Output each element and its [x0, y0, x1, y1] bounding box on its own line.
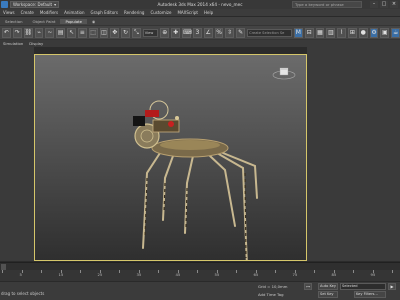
timeline-tick-mark	[197, 270, 198, 273]
snaps-toggle-icon[interactable]: 3	[193, 27, 202, 38]
maximize-button[interactable]: □	[380, 1, 388, 8]
keyboard-shortcut-icon[interactable]: ⌨	[182, 27, 192, 38]
close-button[interactable]: ×	[390, 1, 398, 8]
left-panel	[0, 47, 34, 261]
add-time-tag-button[interactable]: Add Time Tag	[258, 292, 283, 297]
menu-item-animation[interactable]: Animation	[61, 10, 87, 15]
timeline-tick-mark	[158, 270, 159, 273]
link-icon[interactable]: ⛓	[23, 27, 33, 38]
mirror-icon[interactable]: M	[293, 27, 303, 38]
tab-object-paint[interactable]: Object Paint	[28, 19, 61, 24]
workspace-label: Workspace: Default	[13, 2, 53, 7]
manipulate-icon[interactable]: ✚	[171, 27, 181, 38]
select-rotate-icon[interactable]: ↻	[121, 27, 130, 38]
timeline-tick-mark	[2, 270, 3, 273]
selected-dropdown[interactable]: Selected	[340, 283, 386, 290]
rendered-frame-icon[interactable]: ▣	[380, 27, 390, 38]
command-panel	[307, 47, 400, 261]
schematic-view-icon[interactable]: ⊞	[348, 27, 357, 38]
tab-selection[interactable]: Selection	[0, 19, 28, 24]
time-slider[interactable]	[0, 262, 400, 270]
timeline-tick-mark	[275, 270, 276, 273]
timeline-tick-mark	[41, 270, 42, 273]
timeline-tick-label: 45	[175, 272, 181, 277]
window-crossing-icon[interactable]: ◫	[99, 27, 109, 38]
app-logo-icon[interactable]	[1, 1, 8, 8]
select-scale-icon[interactable]: ⤡	[131, 27, 141, 38]
align-icon[interactable]: ⊟	[304, 27, 314, 38]
menu-item-rendering[interactable]: Rendering	[121, 10, 147, 15]
reference-coordinate-dropdown[interactable]: View	[142, 28, 159, 37]
render-setup-icon[interactable]: ⚙	[369, 27, 379, 38]
main-toolbar: ↶ ↷ ⛓ ⌁ ~ ▤ ↖ ≡ ⬚ ◫ ✥ ↻ ⤡ View ⊕ ✚ ⌨ 3 ∠…	[0, 25, 400, 40]
timeline-tick-label: 95	[370, 272, 376, 277]
timeline-tick-label: 35	[136, 272, 142, 277]
timeline-tick-mark	[392, 270, 393, 273]
layer-manager-icon[interactable]: ▦	[315, 27, 325, 38]
render-production-icon[interactable]: ☕	[391, 27, 400, 38]
tab-display[interactable]: Display	[26, 41, 46, 46]
workspace-dropdown[interactable]: Workspace: Default ▾	[10, 1, 60, 8]
timeline-tick-label: 25	[97, 272, 103, 277]
menu-item-views[interactable]: Views	[0, 10, 18, 15]
menu-item-maxscript[interactable]: MAXScript	[174, 10, 201, 15]
chevron-down-icon: ▾	[54, 2, 57, 7]
timeline-tick-label: 75	[292, 272, 298, 277]
undo-icon[interactable]: ↶	[2, 27, 11, 38]
timeline-tick-label: 85	[331, 272, 337, 277]
menu-bar: Views Create Modifiers Animation Graph E…	[0, 9, 400, 17]
timeline-tick-label: 65	[253, 272, 259, 277]
menu-item-graph-editors[interactable]: Graph Editors	[88, 10, 121, 15]
graphite-toggle-icon[interactable]: ▥	[326, 27, 336, 38]
rectangular-selection-icon[interactable]: ⬚	[88, 27, 98, 38]
sub-toolbar: Simulation Display	[0, 40, 400, 47]
tab-populate[interactable]: Populate	[60, 18, 87, 24]
timeline-tick-mark	[353, 270, 354, 273]
prompt-line: drag to select objects	[1, 291, 45, 296]
set-key-button[interactable]: Set Key	[318, 291, 338, 298]
timeline-tick-mark	[119, 270, 120, 273]
menu-item-modifiers[interactable]: Modifiers	[37, 10, 61, 15]
redo-icon[interactable]: ↷	[12, 27, 22, 38]
ribbon-toggle-icon[interactable]: ◉	[87, 19, 100, 24]
viewcube-icon[interactable]	[272, 66, 296, 80]
percent-snap-icon[interactable]: %	[214, 27, 224, 38]
timeline-tick-label: 5	[19, 272, 22, 277]
curve-editor-icon[interactable]: ⌇	[337, 27, 346, 38]
timeline-tick-mark	[314, 270, 315, 273]
named-selection-set-input[interactable]: Create Selection Se	[247, 28, 292, 37]
bind-space-warp-icon[interactable]: ~	[45, 27, 55, 38]
select-object-icon[interactable]: ↖	[67, 27, 76, 38]
menu-item-create[interactable]: Create	[18, 10, 37, 15]
go-to-end-icon[interactable]: ▶	[388, 283, 396, 290]
auto-key-button[interactable]: Auto Key	[318, 283, 338, 290]
perspective-viewport[interactable]	[34, 54, 307, 261]
angle-snap-icon[interactable]: ∠	[203, 27, 213, 38]
menu-item-customize[interactable]: Customize	[147, 10, 174, 15]
track-bar[interactable]: 5 15 25 35 45 55 65 75 85 95	[0, 270, 400, 281]
select-move-icon[interactable]: ✥	[110, 27, 120, 38]
search-input[interactable]: Type a keyword or phrase	[292, 1, 362, 8]
edit-named-selection-icon[interactable]: ✎	[236, 27, 246, 38]
timeline-tick-mark	[80, 270, 81, 273]
key-filters-button[interactable]: Key Filters...	[354, 291, 386, 298]
timeline-tick-label: 55	[214, 272, 220, 277]
selection-filter-icon[interactable]: ▤	[56, 27, 66, 38]
key-mode-icon[interactable]: ⊶	[304, 283, 312, 290]
title-bar: Workspace: Default ▾ Autodesk 3ds Max 20…	[0, 0, 400, 9]
menu-item-help[interactable]: Help	[201, 10, 216, 15]
tab-simulation[interactable]: Simulation	[0, 41, 26, 46]
timeline-tick-label: 15	[58, 272, 64, 277]
unlink-icon[interactable]: ⌁	[34, 27, 44, 38]
select-by-name-icon[interactable]: ≡	[77, 27, 87, 38]
spinner-snap-icon[interactable]: ⇳	[225, 27, 235, 38]
spider-robot-model[interactable]	[125, 98, 265, 261]
timeline-tick-mark	[236, 270, 237, 273]
ribbon-tabs: Selection Object Paint Populate ◉	[0, 17, 400, 25]
grid-readout: Grid = 10,0mm	[258, 284, 288, 289]
pivot-center-icon[interactable]: ⊕	[160, 27, 170, 38]
material-editor-icon[interactable]: ●	[358, 27, 368, 38]
minimize-button[interactable]: –	[370, 1, 378, 8]
